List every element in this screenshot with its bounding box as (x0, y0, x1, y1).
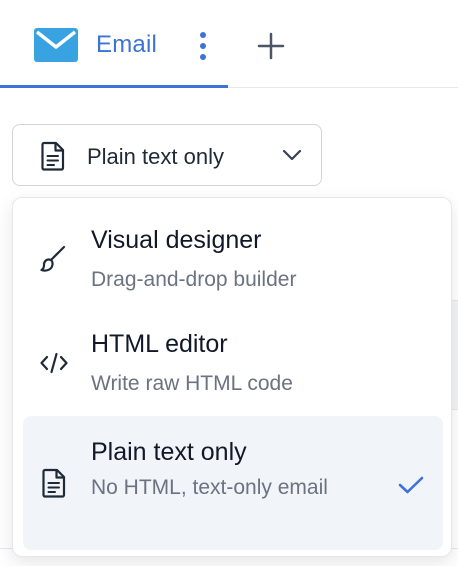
code-icon (40, 352, 68, 374)
menu-option-html-editor[interactable]: HTML editor Write raw HTML code (23, 316, 443, 412)
plus-icon[interactable] (256, 31, 286, 61)
email-editor-page: Email Plain text only Visual designer Dr… (0, 0, 458, 566)
menu-option-title: Visual designer (91, 226, 262, 254)
checkmark-icon (398, 476, 424, 494)
menu-option-plain-text[interactable]: Plain text only No HTML, text-only email (23, 416, 443, 550)
mail-icon (34, 28, 78, 62)
menu-option-visual-designer[interactable]: Visual designer Drag-and-drop builder (23, 212, 443, 312)
more-vertical-icon[interactable] (196, 30, 210, 62)
document-icon (42, 468, 66, 498)
format-select[interactable]: Plain text only (12, 124, 322, 186)
format-select-value: Plain text only (87, 144, 224, 169)
tab-email[interactable]: Email (0, 0, 228, 88)
tab-bar: Email (0, 0, 458, 88)
menu-option-description: Drag-and-drop builder (91, 268, 297, 291)
menu-option-description: No HTML, text-only email (91, 476, 328, 499)
document-icon (41, 141, 65, 171)
menu-option-title: Plain text only (91, 438, 247, 466)
tab-email-label: Email (96, 31, 158, 58)
format-menu: Visual designer Drag-and-drop builder HT… (12, 197, 452, 557)
menu-option-title: HTML editor (91, 330, 228, 358)
menu-option-description: Write raw HTML code (91, 372, 293, 395)
chevron-down-icon (282, 149, 302, 161)
paintbrush-icon (40, 245, 66, 272)
